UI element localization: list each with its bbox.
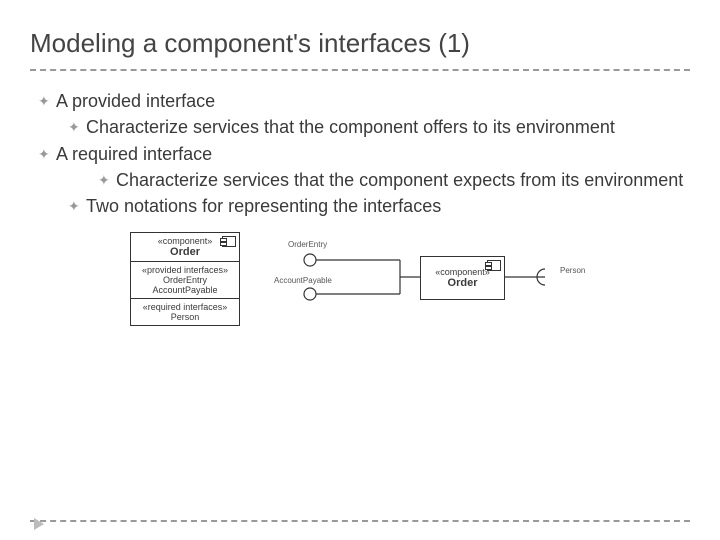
section-header: «required interfaces» (137, 302, 233, 312)
interface-label-accountpayable: AccountPayable (274, 276, 332, 285)
bullet-marker-icon: ✦ (98, 168, 116, 192)
bullet-provided-desc: ✦ Characterize services that the compone… (68, 115, 690, 139)
provided-section: «provided interfaces» OrderEntry Account… (131, 262, 239, 299)
bullet-marker-icon: ✦ (38, 142, 56, 166)
bullet-provided: ✦ A provided interface (38, 89, 690, 113)
interface-name: Person (137, 312, 233, 322)
stereotype-label: «component» (433, 267, 492, 277)
interface-name: OrderEntry (137, 275, 233, 285)
interface-label-person: Person (560, 266, 585, 275)
component-header: «component» Order (131, 233, 239, 262)
footer-divider (30, 520, 690, 522)
stereotype-label: «component» (137, 236, 233, 246)
slide-body: ✦ A provided interface ✦ Characterize se… (30, 89, 690, 218)
bullet-marker-icon: ✦ (38, 89, 56, 113)
slide-title: Modeling a component's interfaces (1) (30, 28, 690, 71)
required-section: «required interfaces» Person (131, 299, 239, 325)
diagram-row: «component» Order «provided interfaces» … (30, 232, 690, 342)
component-box: «component» Order (420, 256, 505, 300)
bullet-marker-icon: ✦ (68, 115, 86, 139)
component-name: Order (137, 246, 233, 258)
bullet-text: A required interface (56, 142, 690, 166)
bullet-text: Characterize services that the component… (86, 115, 690, 139)
bullet-required-desc: ✦ Characterize services that the compone… (98, 168, 690, 192)
section-header: «provided interfaces» (137, 265, 233, 275)
component-name: Order (433, 277, 492, 289)
bullet-required: ✦ A required interface (38, 142, 690, 166)
diagram-ball-socket: OrderEntry AccountPayable «component» Or… (270, 232, 610, 342)
interface-label-orderentry: OrderEntry (288, 240, 327, 249)
bullet-text: Two notations for representing the inter… (86, 194, 690, 218)
bullet-text: Characterize services that the component… (116, 168, 690, 192)
interface-name: AccountPayable (137, 285, 233, 295)
bullet-marker-icon: ✦ (68, 194, 86, 218)
component-icon (487, 260, 501, 271)
diagram-textual: «component» Order «provided interfaces» … (130, 232, 240, 326)
bullet-text: A provided interface (56, 89, 690, 113)
component-icon (222, 236, 236, 247)
bullet-notations: ✦ Two notations for representing the int… (68, 194, 690, 218)
footer-arrow-icon (34, 518, 44, 530)
